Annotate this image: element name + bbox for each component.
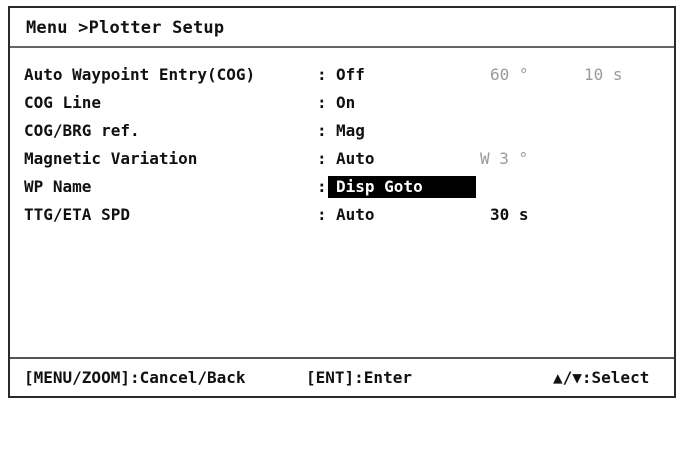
setting-separator: : — [317, 65, 327, 84]
setting-label: COG/BRG ref. — [24, 121, 140, 140]
setting-label: WP Name — [24, 177, 92, 196]
setting-value[interactable]: Auto — [336, 147, 375, 171]
setting-value[interactable]: Auto — [336, 203, 375, 227]
magnetic-variation-value: W 3 ° — [480, 149, 529, 168]
setting-separator: : — [317, 149, 327, 168]
setting-row-wp-name[interactable]: WP Name : Disp Goto — [10, 175, 674, 199]
setting-row-auto-waypoint-entry[interactable]: Auto Waypoint Entry(COG) : Off 60 ° 10 s — [10, 63, 674, 87]
setting-separator: : — [317, 205, 327, 224]
setting-row-ttg-eta-spd[interactable]: TTG/ETA SPD : Auto 30 s — [10, 203, 674, 227]
setting-value[interactable]: On — [336, 91, 355, 115]
setting-row-magnetic-variation[interactable]: Magnetic Variation : Auto W 3 ° — [10, 147, 674, 171]
setting-label: Auto Waypoint Entry(COG) — [24, 65, 256, 84]
enter-hint: [ENT]:Enter — [306, 368, 412, 387]
setting-value[interactable]: Off — [336, 63, 365, 87]
setting-label: COG Line — [24, 93, 102, 112]
cog-angle-value: 60 ° — [490, 65, 529, 84]
setting-label: TTG/ETA SPD — [24, 205, 130, 224]
breadcrumb: Menu >Plotter Setup — [26, 18, 225, 38]
speed-averaging-time-value: 30 s — [490, 205, 529, 224]
setting-separator: : — [317, 121, 327, 140]
setting-row-cog-line[interactable]: COG Line : On — [10, 91, 674, 115]
setting-separator: : — [317, 177, 327, 196]
selected-setting-value[interactable]: Disp Goto — [328, 176, 476, 198]
cog-time-value: 10 s — [584, 65, 623, 84]
select-hint: ▲/▼:Select — [553, 368, 650, 387]
cancel-back-hint: [MENU/ZOOM]:Cancel/Back — [24, 368, 246, 387]
setting-row-cog-brg-ref[interactable]: COG/BRG ref. : Mag — [10, 119, 674, 143]
setting-value[interactable]: Mag — [336, 119, 365, 143]
plotter-setup-screen: Menu >Plotter Setup Auto Waypoint Entry(… — [8, 6, 676, 398]
title-bar: Menu >Plotter Setup — [10, 8, 674, 48]
setting-label: Magnetic Variation — [24, 149, 198, 168]
key-guide-bar: [MENU/ZOOM]:Cancel/Back [ENT]:Enter ▲/▼:… — [10, 357, 674, 396]
setting-separator: : — [317, 93, 327, 112]
